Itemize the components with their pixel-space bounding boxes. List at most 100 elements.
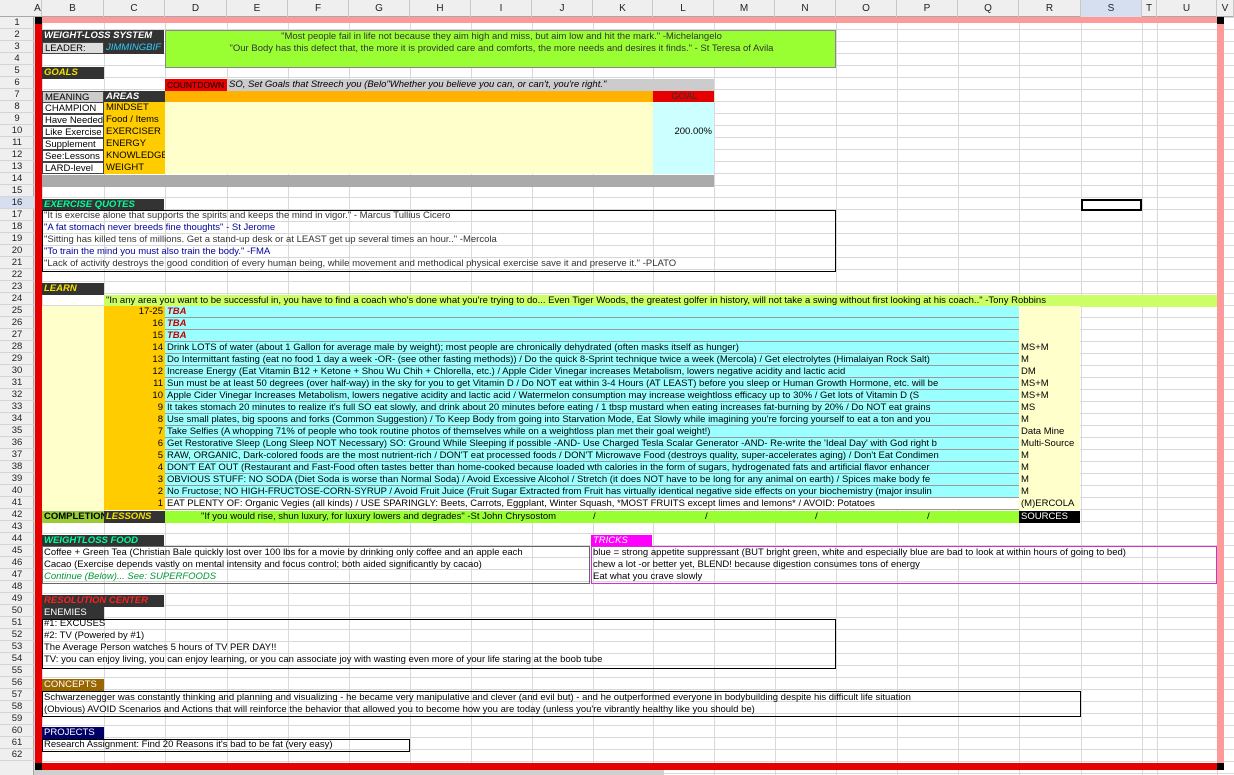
row-header-8[interactable]: 8	[0, 101, 34, 113]
row-header-10[interactable]: 10	[0, 125, 34, 137]
learn-number[interactable]: 9	[104, 402, 165, 414]
goal-value[interactable]	[653, 150, 714, 162]
row-header-14[interactable]: 14	[0, 173, 34, 185]
exercise-quote[interactable]: "Lack of activity destroys the good cond…	[42, 258, 836, 270]
column-header-N[interactable]: N	[775, 0, 836, 17]
projects-label[interactable]: PROJECTS	[42, 727, 104, 739]
learn-source[interactable]: MS+M	[1019, 378, 1080, 390]
row-header-48[interactable]: 48	[0, 581, 34, 593]
learn-number[interactable]: 4	[104, 462, 165, 474]
learn-blank[interactable]	[42, 342, 104, 354]
row-header-55[interactable]: 55	[0, 665, 34, 677]
learn-item[interactable]: DON'T EAT OUT (Restaurant and Fast-Food …	[165, 462, 1019, 474]
countdown-label[interactable]: COUNTDOWN	[165, 79, 227, 91]
learn-blank[interactable]	[42, 426, 104, 438]
row-header-5[interactable]: 5	[0, 65, 34, 77]
learn-blank[interactable]	[42, 450, 104, 462]
trick-item[interactable]: blue = strong appetite suppressant (BUT …	[591, 547, 1217, 559]
row-header-30[interactable]: 30	[0, 365, 34, 377]
food-item[interactable]: Coffee + Green Tea (Christian Bale quick…	[42, 547, 590, 559]
goal-progress[interactable]	[165, 126, 653, 138]
row-header-18[interactable]: 18	[0, 221, 34, 233]
row-header-15[interactable]: 15	[0, 185, 34, 197]
row-header-26[interactable]: 26	[0, 317, 34, 329]
row-header-45[interactable]: 45	[0, 545, 34, 557]
learn-number[interactable]: 14	[104, 342, 165, 354]
enemy-item[interactable]: #1: EXCUSES	[42, 618, 836, 630]
learn-number[interactable]: 8	[104, 414, 165, 426]
row-header-24[interactable]: 24	[0, 293, 34, 305]
row-header-16[interactable]: 16	[0, 197, 34, 209]
enemy-item[interactable]: TV: you can enjoy living, you can enjoy …	[42, 654, 836, 666]
learn-item[interactable]: Apple Cider Vinegar Increases Metabolism…	[165, 390, 1019, 402]
learn-source[interactable]: M	[1019, 450, 1080, 462]
column-header-V[interactable]: V	[1217, 0, 1234, 17]
row-header-6[interactable]: 6	[0, 77, 34, 89]
goal-area[interactable]: Food / Items	[104, 114, 165, 126]
set-goals-text[interactable]: SO, Set Goals that Streech you (Belo"Whe…	[227, 79, 714, 91]
learn-source[interactable]: Data Mine	[1019, 426, 1080, 438]
learn-item[interactable]: Use small plates, big spoons and forks (…	[165, 414, 1019, 426]
row-header-4[interactable]: 4	[0, 53, 34, 65]
row-header-12[interactable]: 12	[0, 149, 34, 161]
exercise-quote[interactable]: "A fat stomach never breeds fine thought…	[42, 222, 836, 234]
active-cell-cursor[interactable]	[1081, 199, 1142, 211]
row-header-54[interactable]: 54	[0, 653, 34, 665]
row-header-56[interactable]: 56	[0, 677, 34, 689]
learn-blank[interactable]	[42, 306, 104, 318]
row-header-32[interactable]: 32	[0, 389, 34, 401]
enemy-item[interactable]: #2: TV (Powered by #1)	[42, 630, 836, 642]
row-header-39[interactable]: 39	[0, 473, 34, 485]
learn-blank[interactable]	[42, 378, 104, 390]
column-header-Q[interactable]: Q	[958, 0, 1019, 17]
row-header-20[interactable]: 20	[0, 245, 34, 257]
learn-source[interactable]	[1019, 306, 1080, 318]
column-header-D[interactable]: D	[165, 0, 227, 17]
column-header-E[interactable]: E	[227, 0, 288, 17]
learn-number[interactable]: 12	[104, 366, 165, 378]
goal-value[interactable]	[653, 114, 714, 126]
goal-area[interactable]: KNOWLEDGE	[104, 150, 168, 162]
goal-progress[interactable]	[165, 102, 653, 114]
row-header-13[interactable]: 13	[0, 161, 34, 173]
goal-progress[interactable]	[165, 138, 653, 150]
exercise-quote[interactable]: "To train the mind you must also train t…	[42, 246, 836, 258]
row-header-22[interactable]: 22	[0, 269, 34, 281]
exercise-quote[interactable]: "It is exercise alone that supports the …	[42, 210, 836, 222]
goal-value[interactable]: 200.00%	[653, 126, 714, 138]
row-header-1[interactable]: 1	[0, 17, 34, 29]
row-header-25[interactable]: 25	[0, 305, 34, 317]
goal-meaning[interactable]: Like Exercise	[42, 126, 104, 138]
row-header-29[interactable]: 29	[0, 353, 34, 365]
learn-source[interactable]: MS+M	[1019, 390, 1080, 402]
learn-source[interactable]	[1019, 330, 1080, 342]
row-header-17[interactable]: 17	[0, 209, 34, 221]
learn-item[interactable]: Get Restorative Sleep (Long Sleep NOT Ne…	[165, 438, 1019, 450]
learn-item[interactable]: TBA	[165, 318, 1019, 330]
row-header-27[interactable]: 27	[0, 329, 34, 341]
row-header-40[interactable]: 40	[0, 485, 34, 497]
row-header-46[interactable]: 46	[0, 557, 34, 569]
exercise-quote[interactable]: "Sitting has killed tens of millions. Ge…	[42, 234, 836, 246]
row-header-38[interactable]: 38	[0, 461, 34, 473]
quote-teresa[interactable]: "Our Body has this defect that, the more…	[165, 43, 836, 55]
goal-area[interactable]: ENERGY	[104, 138, 165, 150]
row-header-9[interactable]: 9	[0, 113, 34, 125]
trick-item[interactable]: Eat what you crave slowly	[591, 571, 1217, 583]
column-header-I[interactable]: I	[471, 0, 532, 17]
goals-section-label[interactable]: GOALS	[42, 67, 104, 79]
column-header-M[interactable]: M	[714, 0, 775, 17]
learn-item[interactable]: TBA	[165, 330, 1019, 342]
column-header-F[interactable]: F	[288, 0, 349, 17]
concept-item[interactable]: Schwarzenegger was constantly thinking a…	[42, 692, 1081, 704]
learn-item[interactable]: Take Selfies (A whopping 71% of people w…	[165, 426, 1019, 438]
column-header-L[interactable]: L	[653, 0, 714, 17]
row-header-49[interactable]: 49	[0, 593, 34, 605]
column-header-T[interactable]: T	[1142, 0, 1157, 17]
goal-area[interactable]: EXERCISER	[104, 126, 165, 138]
row-header-44[interactable]: 44	[0, 533, 34, 545]
goal-meaning[interactable]: LARD-level	[42, 162, 104, 174]
learn-source[interactable]: M	[1019, 474, 1080, 486]
column-header-R[interactable]: R	[1019, 0, 1081, 17]
row-header-33[interactable]: 33	[0, 401, 34, 413]
